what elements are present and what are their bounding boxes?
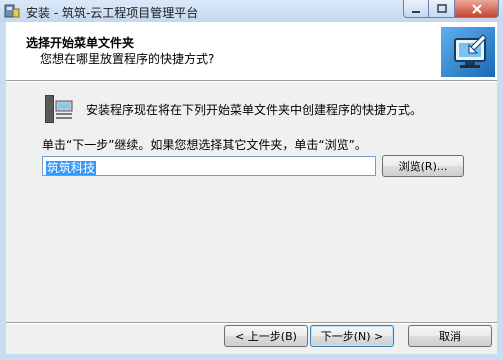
next-button[interactable]: 下一步(N) > — [310, 325, 394, 347]
folder-field-value: 筑筑科技 — [46, 161, 97, 175]
page-subtitle: 您想在哪里放置程序的快捷方式? — [40, 52, 215, 66]
minimize-icon — [412, 10, 420, 13]
start-menu-folder-field[interactable]: 筑筑科技 — [42, 156, 376, 176]
start-menu-folder-icon — [45, 95, 73, 123]
installer-app-icon — [4, 4, 20, 18]
wizard-client-area: 选择开始菜单文件夹 您想在哪里放置程序的快捷方式? 安装程序现在将在下列开始菜单… — [6, 22, 497, 354]
header-separator — [6, 80, 497, 82]
wizard-monitor-image — [441, 27, 495, 77]
info-text: 安装程序现在将在下列开始菜单文件夹中创建程序的快捷方式。 — [86, 103, 423, 117]
title-bar[interactable]: 安装 - 筑筑-云工程项目管理平台 — [0, 0, 503, 22]
browse-button[interactable]: 浏览(R)... — [382, 155, 464, 177]
maximize-button[interactable] — [429, 0, 455, 18]
window-title: 安装 - 筑筑-云工程项目管理平台 — [26, 6, 199, 20]
instruction-text: 单击“下一步”继续。如果您想选择其它文件夹，单击“浏览”。 — [42, 138, 367, 152]
close-icon — [471, 3, 482, 14]
wizard-header: 选择开始菜单文件夹 您想在哪里放置程序的快捷方式? — [6, 22, 497, 80]
footer-separator — [6, 322, 497, 324]
close-button[interactable] — [455, 0, 499, 18]
back-button[interactable]: < 上一步(B) — [224, 325, 308, 347]
cancel-button[interactable]: 取消 — [408, 325, 492, 347]
page-title: 选择开始菜单文件夹 — [26, 36, 135, 50]
installer-window: 安装 - 筑筑-云工程项目管理平台 选择开始菜单文件夹 您想在哪里放置程序的快捷… — [0, 0, 503, 360]
minimize-button[interactable] — [403, 0, 429, 18]
maximize-icon — [436, 3, 447, 13]
